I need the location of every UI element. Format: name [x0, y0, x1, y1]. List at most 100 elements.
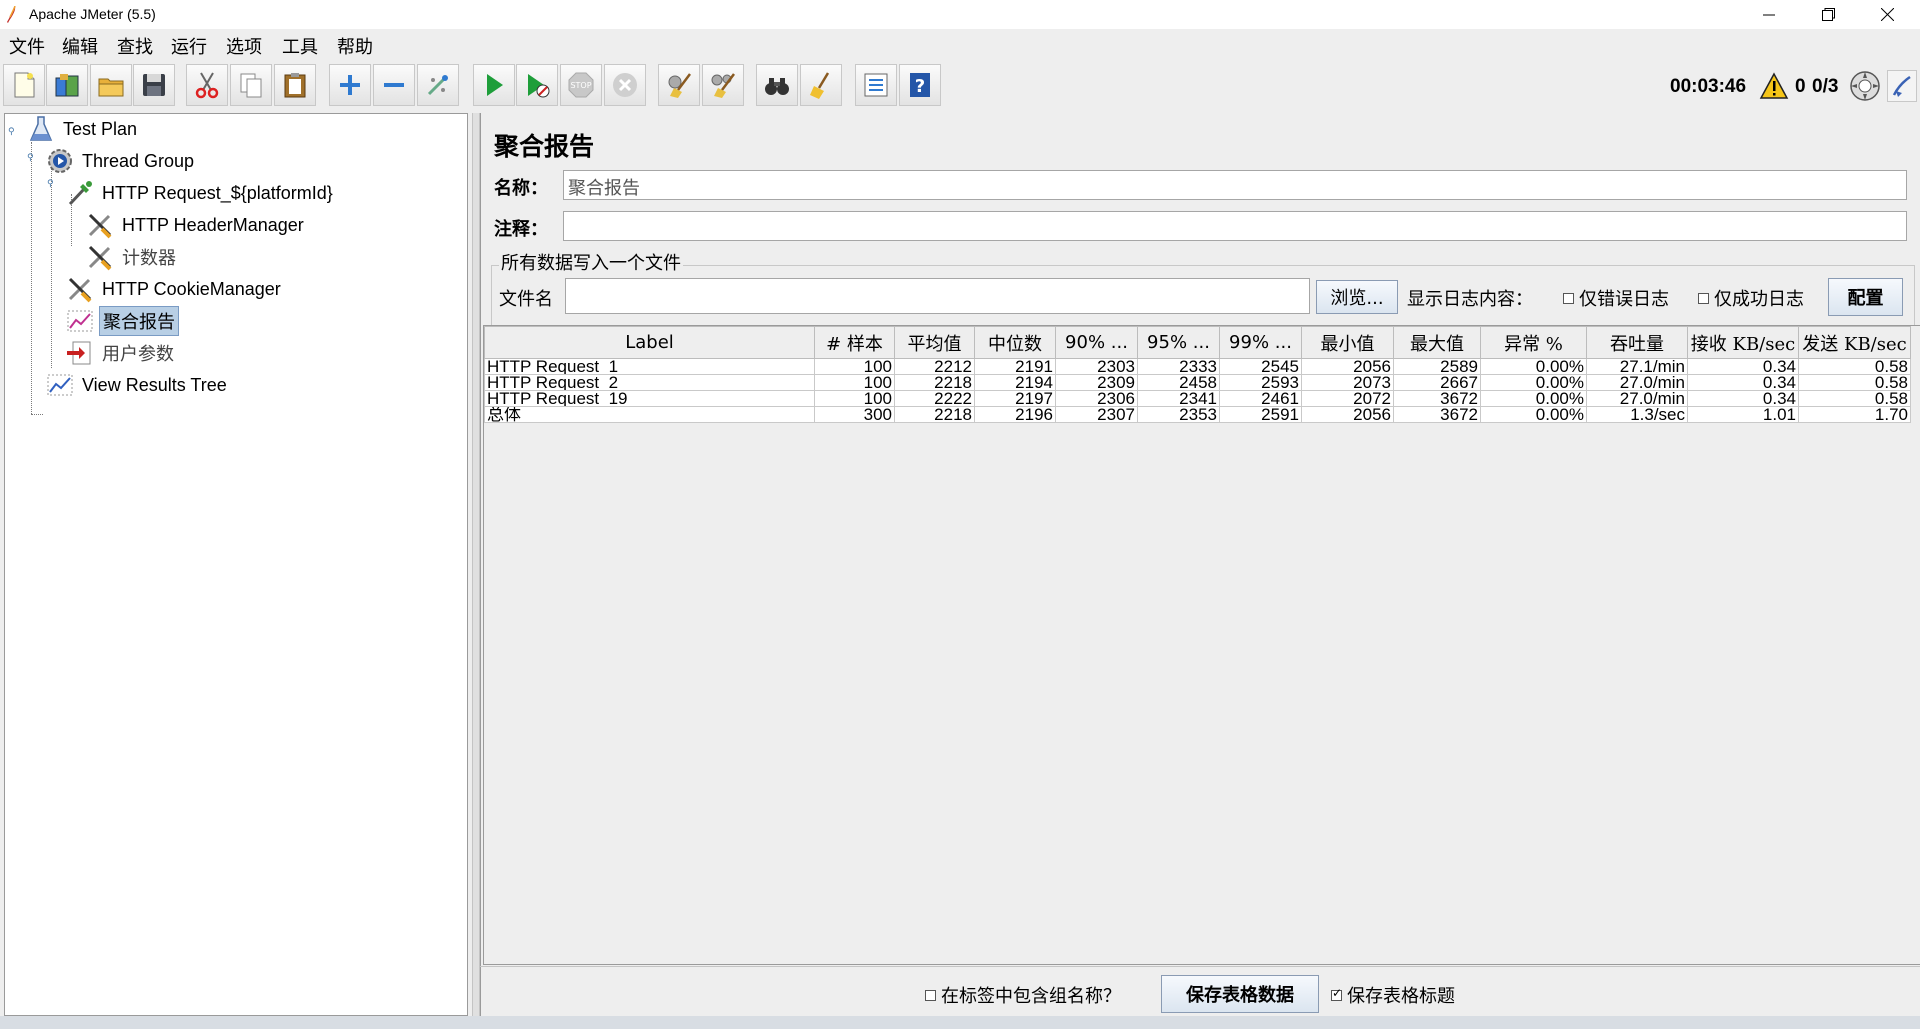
- table-cell: 2072: [1301, 390, 1394, 407]
- tree-node-thread-group[interactable]: Thread Group: [45, 147, 197, 175]
- table-cell: 2307: [1055, 406, 1138, 423]
- expand-handle-test-plan[interactable]: ⚲: [8, 127, 16, 137]
- new-button[interactable]: [3, 64, 45, 106]
- table-cell: 3672: [1393, 390, 1481, 407]
- svg-text:STOP: STOP: [570, 81, 591, 90]
- elapsed-time: 00:03:46: [1670, 76, 1747, 97]
- clear-button[interactable]: [658, 64, 700, 106]
- menu-help[interactable]: 帮助: [337, 33, 373, 59]
- start-button[interactable]: [473, 64, 515, 106]
- collapse-all-button[interactable]: [373, 64, 415, 106]
- success-only-checkbox[interactable]: 仅成功日志: [1698, 285, 1804, 311]
- column-header[interactable]: 接收 KB/sec: [1687, 326, 1799, 359]
- column-header[interactable]: # 样本: [814, 326, 895, 359]
- errors-only-checkbox[interactable]: 仅错误日志: [1563, 285, 1669, 311]
- function-helper-button[interactable]: [855, 64, 897, 106]
- table-cell: 0.00%: [1480, 390, 1587, 407]
- templates-button[interactable]: [46, 64, 88, 106]
- menu-edit[interactable]: 编辑: [62, 33, 98, 59]
- copy-button[interactable]: [230, 64, 272, 106]
- table-cell: 2591: [1219, 406, 1302, 423]
- search-button[interactable]: [756, 64, 798, 106]
- tree-node-label: 计数器: [122, 248, 176, 269]
- table-cell: 0.00%: [1480, 358, 1587, 375]
- split-pane-divider[interactable]: [472, 113, 480, 1016]
- save-table-header-checkbox[interactable]: 保存表格标题: [1331, 982, 1455, 1008]
- table-cell: 1.01: [1687, 406, 1799, 423]
- start-no-pauses-button[interactable]: [516, 64, 558, 106]
- column-header[interactable]: 中位数: [974, 326, 1056, 359]
- clear-all-button[interactable]: [702, 64, 744, 106]
- name-field[interactable]: 聚合报告: [563, 170, 1907, 200]
- save-table-data-button[interactable]: 保存表格数据: [1161, 975, 1319, 1013]
- include-group-name-checkbox[interactable]: 在标签中包含组名称？: [925, 982, 1121, 1008]
- cut-button[interactable]: [186, 64, 228, 106]
- tree-node-label: 聚合报告: [99, 306, 179, 336]
- tree-node-cookie-manager[interactable]: HTTP CookieManager: [65, 275, 284, 303]
- paste-button[interactable]: [274, 64, 316, 106]
- tree-node-aggregate-report[interactable]: 聚合报告: [65, 306, 179, 336]
- aggregate-results-table[interactable]: Label # 样本 平均值 中位数 90% ... 95% ... 99% .…: [483, 325, 1920, 965]
- tree-node-user-parameters[interactable]: 用户参数: [65, 339, 177, 367]
- menu-search[interactable]: 查找: [117, 33, 153, 59]
- configure-button[interactable]: 配置: [1828, 278, 1903, 316]
- table-row[interactable]: HTTP Request_19 100 2222 2197 2306 2341 …: [484, 390, 1911, 407]
- minus-icon: [384, 83, 404, 87]
- include-group-name-label: 在标签中包含组名称？: [941, 986, 1121, 1007]
- filename-field[interactable]: [565, 278, 1310, 314]
- menu-tools[interactable]: 工具: [282, 33, 318, 59]
- shutdown-button[interactable]: [604, 64, 646, 106]
- column-header[interactable]: 吞吐量: [1586, 326, 1688, 359]
- expand-handle-thread-group[interactable]: ⚲: [27, 153, 35, 163]
- column-header[interactable]: 99% ...: [1219, 326, 1302, 359]
- expand-handle-http-request[interactable]: ⚲: [47, 179, 55, 189]
- comment-field[interactable]: [563, 211, 1907, 241]
- column-header[interactable]: 最小值: [1301, 326, 1394, 359]
- table-cell: 2589: [1393, 358, 1481, 375]
- stop-button[interactable]: STOP: [560, 64, 602, 106]
- column-header[interactable]: Label: [484, 326, 815, 359]
- warning-icon[interactable]: [1759, 72, 1789, 100]
- table-row[interactable]: HTTP Request_1 100 2212 2191 2303 2333 2…: [484, 358, 1911, 375]
- browse-button[interactable]: 浏览...: [1316, 280, 1398, 314]
- menu-options[interactable]: 选项: [226, 33, 262, 59]
- column-header[interactable]: 异常 %: [1480, 326, 1587, 359]
- errors-only-label: 仅错误日志: [1579, 289, 1669, 310]
- open-button[interactable]: [90, 64, 132, 106]
- play-no-timer-icon: [528, 74, 550, 98]
- table-cell: 2212: [894, 358, 975, 375]
- tree-node-test-plan[interactable]: Test Plan: [26, 115, 140, 143]
- tree-node-counter[interactable]: 计数器: [85, 243, 179, 271]
- column-header[interactable]: 平均值: [894, 326, 975, 359]
- tree-node-http-request[interactable]: HTTP Request_${platformId}: [65, 179, 336, 207]
- paste-clipboard-icon: [284, 73, 306, 98]
- close-button[interactable]: [1864, 0, 1910, 29]
- log-viewer-button[interactable]: [1887, 70, 1917, 102]
- save-button[interactable]: [133, 64, 175, 106]
- help-button[interactable]: ?: [899, 64, 941, 106]
- menu-run[interactable]: 运行: [171, 33, 207, 59]
- tree-node-view-results-tree[interactable]: View Results Tree: [45, 371, 230, 399]
- table-cell: HTTP Request_2: [484, 374, 815, 391]
- log-feather-icon: [1892, 75, 1911, 97]
- templates-icon: [55, 74, 79, 97]
- column-header[interactable]: 发送 KB/sec: [1798, 326, 1911, 359]
- table-cell: HTTP Request_1: [484, 358, 815, 375]
- restore-button[interactable]: [1805, 0, 1851, 29]
- table-cell: 0.00%: [1480, 406, 1587, 423]
- toggle-button[interactable]: [417, 64, 459, 106]
- table-row[interactable]: HTTP Request_2 100 2218 2194 2309 2458 2…: [484, 374, 1911, 391]
- table-cell: 2667: [1393, 374, 1481, 391]
- reset-search-button[interactable]: [800, 64, 842, 106]
- minimize-button[interactable]: [1746, 0, 1792, 29]
- table-cell: 1.70: [1798, 406, 1911, 423]
- expand-all-button[interactable]: [329, 64, 371, 106]
- column-header[interactable]: 最大值: [1393, 326, 1481, 359]
- tree-node-label: HTTP Request_${platformId}: [102, 182, 333, 203]
- column-header[interactable]: 95% ...: [1137, 326, 1220, 359]
- column-header[interactable]: 90% ...: [1055, 326, 1138, 359]
- menu-file[interactable]: 文件: [9, 33, 45, 59]
- table-row-total[interactable]: 总体 300 2218 2196 2307 2353 2591 2056 367…: [484, 406, 1911, 423]
- remote-status-icon[interactable]: [1849, 70, 1881, 102]
- tree-node-header-manager[interactable]: HTTP HeaderManager: [85, 211, 307, 239]
